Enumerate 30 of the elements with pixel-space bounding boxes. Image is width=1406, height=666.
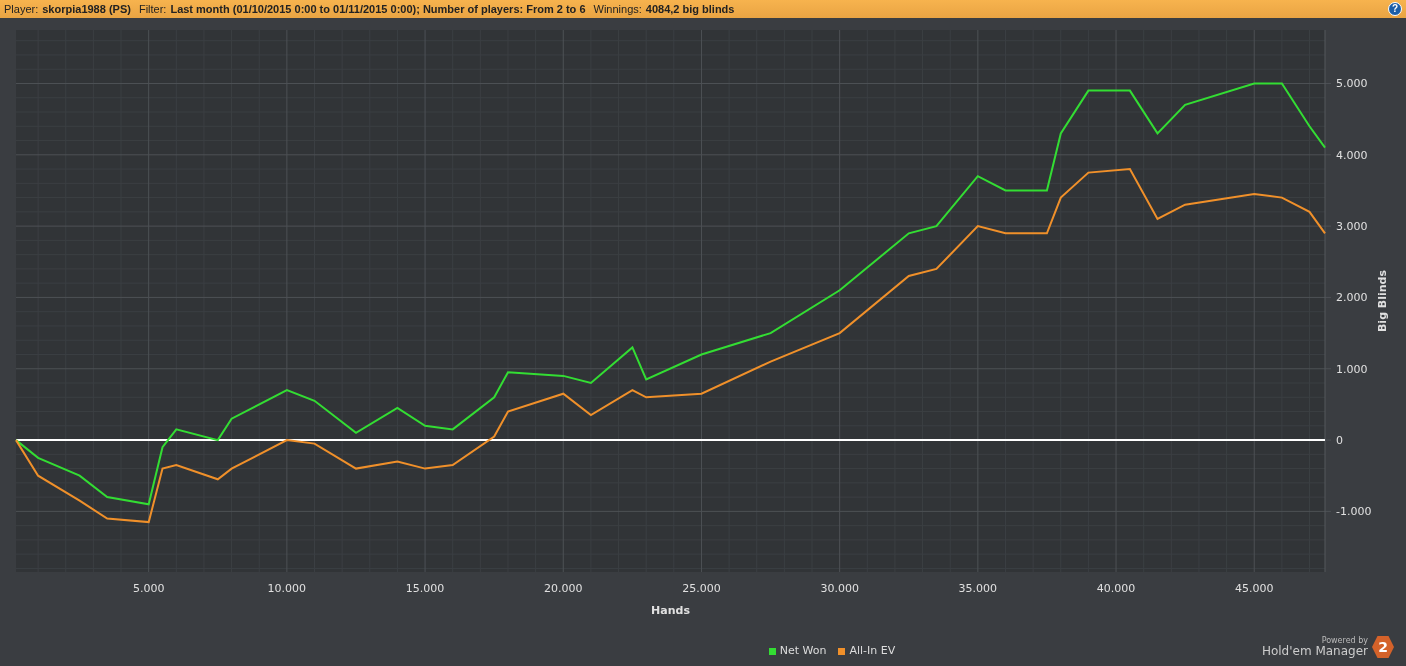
x-tick-label: 30.000 xyxy=(820,582,859,595)
filter-value: 4084,2 big blinds xyxy=(645,1,735,17)
x-tick-label: 40.000 xyxy=(1096,582,1136,595)
filter-label: Player: xyxy=(4,1,39,17)
x-tick-label: 5.000 xyxy=(132,582,165,595)
branding-caption: Powered by xyxy=(1321,637,1368,645)
x-tick-label: 45.000 xyxy=(1235,582,1274,595)
x-tick-label: 10.000 xyxy=(267,582,307,595)
product-name: Hold'em Manager xyxy=(1261,645,1368,657)
filter-label: Winnings: xyxy=(593,1,642,17)
x-tick-label: 25.000 xyxy=(682,582,721,595)
help-button[interactable]: ? xyxy=(1388,2,1402,16)
product-badge: 2 xyxy=(1372,636,1394,658)
y-tick-label: 4.000 xyxy=(1336,148,1368,162)
x-tick-label: 35.000 xyxy=(958,582,998,595)
legend-label: Net Won xyxy=(779,642,827,659)
y-tick-label: 1.000 xyxy=(1336,362,1368,376)
y-tick-label: 5.000 xyxy=(1336,77,1368,91)
legend-label: All-In EV xyxy=(849,642,896,659)
x-tick-label: 20.000 xyxy=(544,582,583,595)
y-tick-label: -1.000 xyxy=(1336,505,1372,519)
y-tick-label: 2.000 xyxy=(1336,291,1368,305)
filter-value: Last month (01/10/2015 0:00 to 01/11/2015 0:00); Number of players: From 2 to 6 xyxy=(170,1,586,17)
y-tick-label: 0 xyxy=(1336,434,1343,448)
x-axis-title: Hands xyxy=(651,604,690,617)
y-axis-title: Big Blinds xyxy=(1376,270,1389,332)
filter-label: Filter: xyxy=(138,1,167,17)
filter-value: skorpia1988 (PS) xyxy=(42,1,131,17)
y-tick-label: 3.000 xyxy=(1336,220,1368,234)
x-tick-label: 15.000 xyxy=(405,582,445,595)
